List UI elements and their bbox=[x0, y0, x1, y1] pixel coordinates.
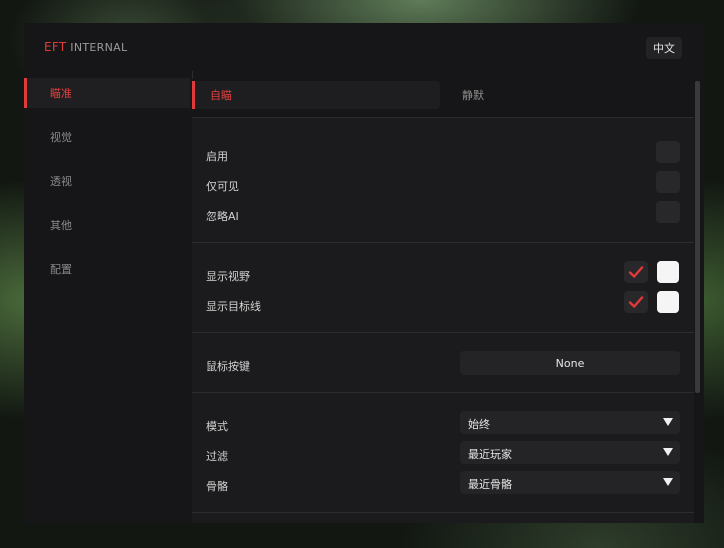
sidebar-item-label: 瞄准 bbox=[50, 87, 72, 100]
app-title-rest: INTERNAL bbox=[66, 41, 128, 54]
sidebar-item-esp[interactable]: 透视 bbox=[24, 166, 190, 196]
divider bbox=[192, 117, 694, 118]
target-line-color-swatch[interactable] bbox=[657, 291, 679, 313]
sidebar-item-misc[interactable]: 其他 bbox=[24, 210, 190, 240]
filter-label: 过滤 bbox=[206, 450, 228, 463]
sidebar-item-config[interactable]: 配置 bbox=[24, 254, 190, 284]
bone-value: 最近骨骼 bbox=[468, 478, 512, 491]
mouse-key-button[interactable]: None bbox=[460, 351, 680, 375]
title-bar: EFT INTERNAL 中文 bbox=[24, 23, 704, 73]
bone-select[interactable]: 最近骨骼 bbox=[460, 471, 680, 494]
mouse-key-label: 鼠标按键 bbox=[206, 360, 250, 373]
mode-label: 模式 bbox=[206, 420, 228, 433]
tab-bar: 自瞄 静默 bbox=[192, 81, 692, 111]
sidebar-item-label: 透视 bbox=[50, 175, 72, 188]
mode-select[interactable]: 始终 bbox=[460, 411, 680, 434]
visible-only-label: 仅可见 bbox=[206, 180, 239, 193]
tab-aimbot[interactable]: 自瞄 bbox=[192, 81, 440, 109]
sidebar-item-label: 其他 bbox=[50, 219, 72, 232]
bone-label: 骨骼 bbox=[206, 480, 228, 493]
show-target-line-label: 显示目标线 bbox=[206, 300, 261, 313]
show-target-line-checkbox[interactable] bbox=[624, 291, 648, 313]
enable-checkbox[interactable] bbox=[656, 141, 680, 163]
tab-label: 自瞄 bbox=[210, 89, 232, 102]
tab-silent[interactable]: 静默 bbox=[460, 81, 692, 109]
dropdown-arrow-icon bbox=[663, 478, 673, 486]
app-title-accent: EFT bbox=[44, 40, 67, 54]
divider bbox=[192, 512, 694, 513]
dropdown-arrow-icon bbox=[663, 448, 673, 456]
checkmark-icon bbox=[628, 266, 644, 278]
enable-label: 启用 bbox=[206, 150, 228, 163]
scrollbar[interactable] bbox=[695, 81, 700, 393]
language-button[interactable]: 中文 bbox=[646, 37, 682, 59]
tab-label: 静默 bbox=[462, 89, 484, 102]
show-fov-label: 显示视野 bbox=[206, 270, 250, 283]
visible-only-checkbox[interactable] bbox=[656, 171, 680, 193]
filter-value: 最近玩家 bbox=[468, 448, 512, 461]
dropdown-arrow-icon bbox=[663, 418, 673, 426]
ignore-ai-label: 忽略AI bbox=[206, 210, 239, 223]
cheat-menu-window: EFT INTERNAL 中文 瞄准 视觉 透视 其他 配置 自瞄 静默 启用 … bbox=[24, 23, 704, 523]
ignore-ai-checkbox[interactable] bbox=[656, 201, 680, 223]
show-fov-checkbox[interactable] bbox=[624, 261, 648, 283]
sidebar-item-label: 视觉 bbox=[50, 131, 72, 144]
app-title: EFT INTERNAL bbox=[44, 40, 127, 54]
sidebar-item-visuals[interactable]: 视觉 bbox=[24, 122, 190, 152]
main-content: 自瞄 静默 启用 仅可见 忽略AI 显示视野 显示目标线 鼠标按键 None 模… bbox=[192, 71, 700, 523]
filter-select[interactable]: 最近玩家 bbox=[460, 441, 680, 464]
checkmark-icon bbox=[628, 296, 644, 308]
mode-value: 始终 bbox=[468, 418, 490, 431]
sidebar-item-label: 配置 bbox=[50, 263, 72, 276]
divider bbox=[192, 392, 694, 393]
divider bbox=[192, 332, 694, 333]
divider bbox=[192, 242, 694, 243]
sidebar-item-aim[interactable]: 瞄准 bbox=[24, 78, 190, 108]
settings-panel: 启用 仅可见 忽略AI 显示视野 显示目标线 鼠标按键 None 模式 始终 过… bbox=[192, 117, 694, 523]
fov-color-swatch[interactable] bbox=[657, 261, 679, 283]
